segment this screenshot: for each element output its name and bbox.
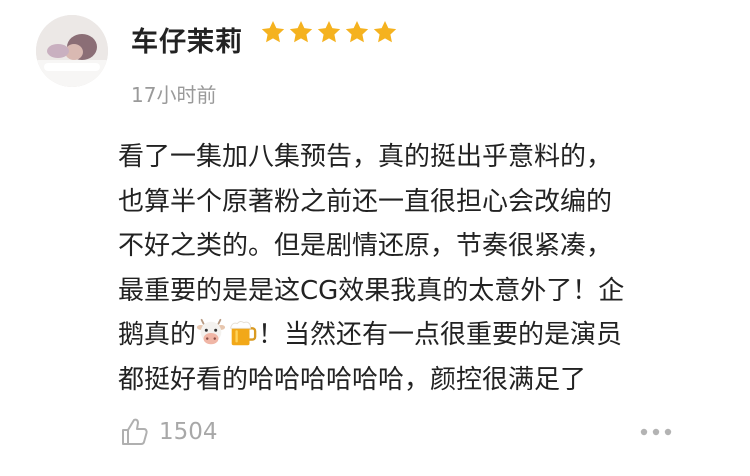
beer-mug-icon [230, 321, 257, 346]
star-icon [289, 20, 313, 43]
comment-body: 看了一集加八集预告，真的挺出乎意料的， 也算半个原著粉之前还一直很担心会改编的 … [118, 135, 718, 403]
star-icon [317, 20, 341, 43]
star-icon [345, 20, 369, 43]
comment-line: 最重要的是是这CG效果我真的太意外了！企 [118, 275, 625, 306]
username[interactable]: 车仔茉莉 [131, 20, 243, 59]
thumbs-up-icon [122, 418, 148, 445]
avatar[interactable] [36, 15, 108, 87]
star-icon [261, 20, 285, 43]
comment-line: 不好之类的。但是剧情还原，节奏很紧凑， [118, 231, 613, 262]
comment-line: 也算半个原著粉之前还一直很担心会改编的 [118, 186, 613, 217]
timestamp: 17小时前 [131, 83, 217, 107]
rating-stars [260, 19, 398, 45]
avatar-image [36, 15, 108, 87]
like-count: 1504 [159, 419, 218, 445]
comment-line-part: 鹅真的 [118, 320, 197, 351]
star-icon [373, 20, 397, 43]
comment-line: 都挺好看的哈哈哈哈哈哈，颜控很满足了 [118, 364, 587, 395]
comment-line-part: ！当然还有一点很重要的是演员 [258, 320, 623, 351]
comment-line: 鹅真的 ！当然还有一点很重要的是演员 [118, 313, 718, 358]
cow-face-icon [196, 319, 226, 345]
more-options-icon[interactable] [636, 424, 676, 440]
like-button[interactable]: 1504 [119, 416, 218, 448]
comment-line: 看了一集加八集预告，真的挺出乎意料的， [118, 142, 613, 172]
